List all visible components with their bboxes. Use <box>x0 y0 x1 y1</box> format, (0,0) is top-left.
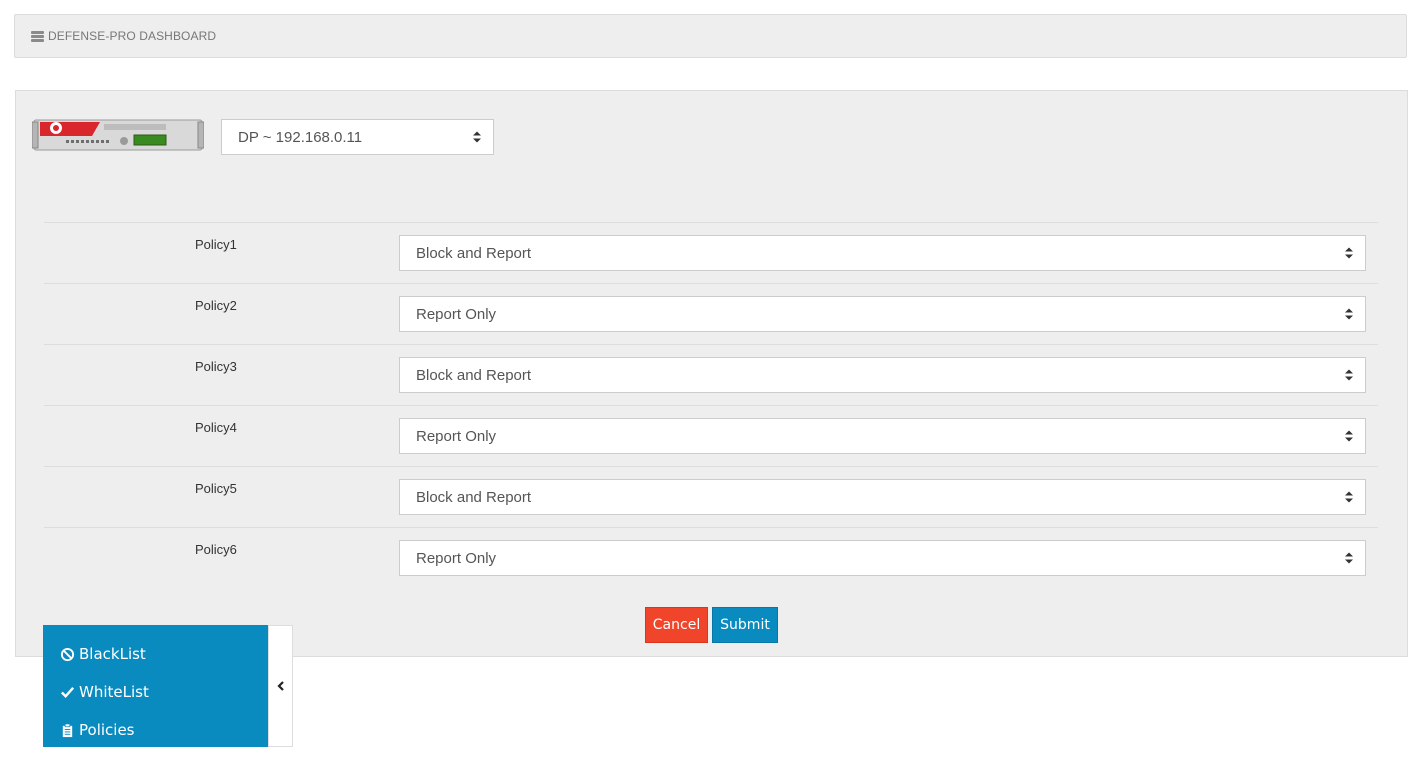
policy-label: Policy6 <box>195 542 237 557</box>
menu-item-blacklist[interactable]: BlackList <box>43 635 269 673</box>
policy-label: Policy4 <box>195 420 237 435</box>
menu-item-label: Policies <box>79 721 135 739</box>
policy-action-value: Report Only <box>416 427 497 445</box>
policy-label: Policy3 <box>195 359 237 374</box>
select-arrows-icon <box>1345 308 1353 320</box>
policy-action-value: Block and Report <box>416 488 532 506</box>
select-arrows-icon <box>1345 552 1353 564</box>
device-select[interactable]: DP ~ 192.168.0.11 <box>221 119 494 155</box>
page-title: DEFENSE-PRO DASHBOARD <box>48 29 217 43</box>
policy-action-value: Block and Report <box>416 366 532 384</box>
chevron-left-icon <box>276 681 284 691</box>
policy-action-select[interactable]: Report Only <box>399 540 1366 576</box>
policy-list: Policy1 Block and Report Policy2 Report … <box>44 222 1378 588</box>
side-menu-toggle[interactable] <box>268 625 293 747</box>
device-select-value: DP ~ 192.168.0.11 <box>238 128 363 146</box>
ban-icon <box>60 647 75 662</box>
cancel-button[interactable]: Cancel <box>645 607 708 643</box>
submit-button[interactable]: Submit <box>712 607 778 643</box>
policy-action-select[interactable]: Report Only <box>399 296 1366 332</box>
policy-action-value: Block and Report <box>416 244 532 262</box>
server-icon <box>31 30 44 42</box>
select-arrows-icon <box>1345 247 1353 259</box>
select-arrows-icon <box>473 131 481 143</box>
policy-action-select[interactable]: Block and Report <box>399 235 1366 271</box>
check-icon <box>60 685 75 700</box>
select-arrows-icon <box>1345 491 1353 503</box>
policy-action-value: Report Only <box>416 305 497 323</box>
policy-row: Policy5 Block and Report <box>44 466 1378 527</box>
clipboard-icon <box>60 723 75 738</box>
policy-row: Policy4 Report Only <box>44 405 1378 466</box>
policy-label: Policy2 <box>195 298 237 313</box>
menu-item-policies[interactable]: Policies <box>43 711 269 749</box>
select-arrows-icon <box>1345 369 1353 381</box>
policy-row: Policy6 Report Only <box>44 527 1378 588</box>
dashboard-header: DEFENSE-PRO DASHBOARD <box>14 14 1407 58</box>
policy-action-select[interactable]: Block and Report <box>399 479 1366 515</box>
select-arrows-icon <box>1345 430 1353 442</box>
policy-action-select[interactable]: Report Only <box>399 418 1366 454</box>
policy-label: Policy5 <box>195 481 237 496</box>
policy-action-value: Report Only <box>416 549 497 567</box>
menu-item-label: WhiteList <box>79 683 149 701</box>
side-menu: BlackList WhiteList Policies <box>43 625 269 747</box>
menu-item-whitelist[interactable]: WhiteList <box>43 673 269 711</box>
policy-label: Policy1 <box>195 237 237 252</box>
policy-row: Policy1 Block and Report <box>44 222 1378 283</box>
defensepro-appliance-image <box>32 119 204 151</box>
policy-action-select[interactable]: Block and Report <box>399 357 1366 393</box>
policy-row: Policy3 Block and Report <box>44 344 1378 405</box>
menu-item-label: BlackList <box>79 645 146 663</box>
policy-row: Policy2 Report Only <box>44 283 1378 344</box>
